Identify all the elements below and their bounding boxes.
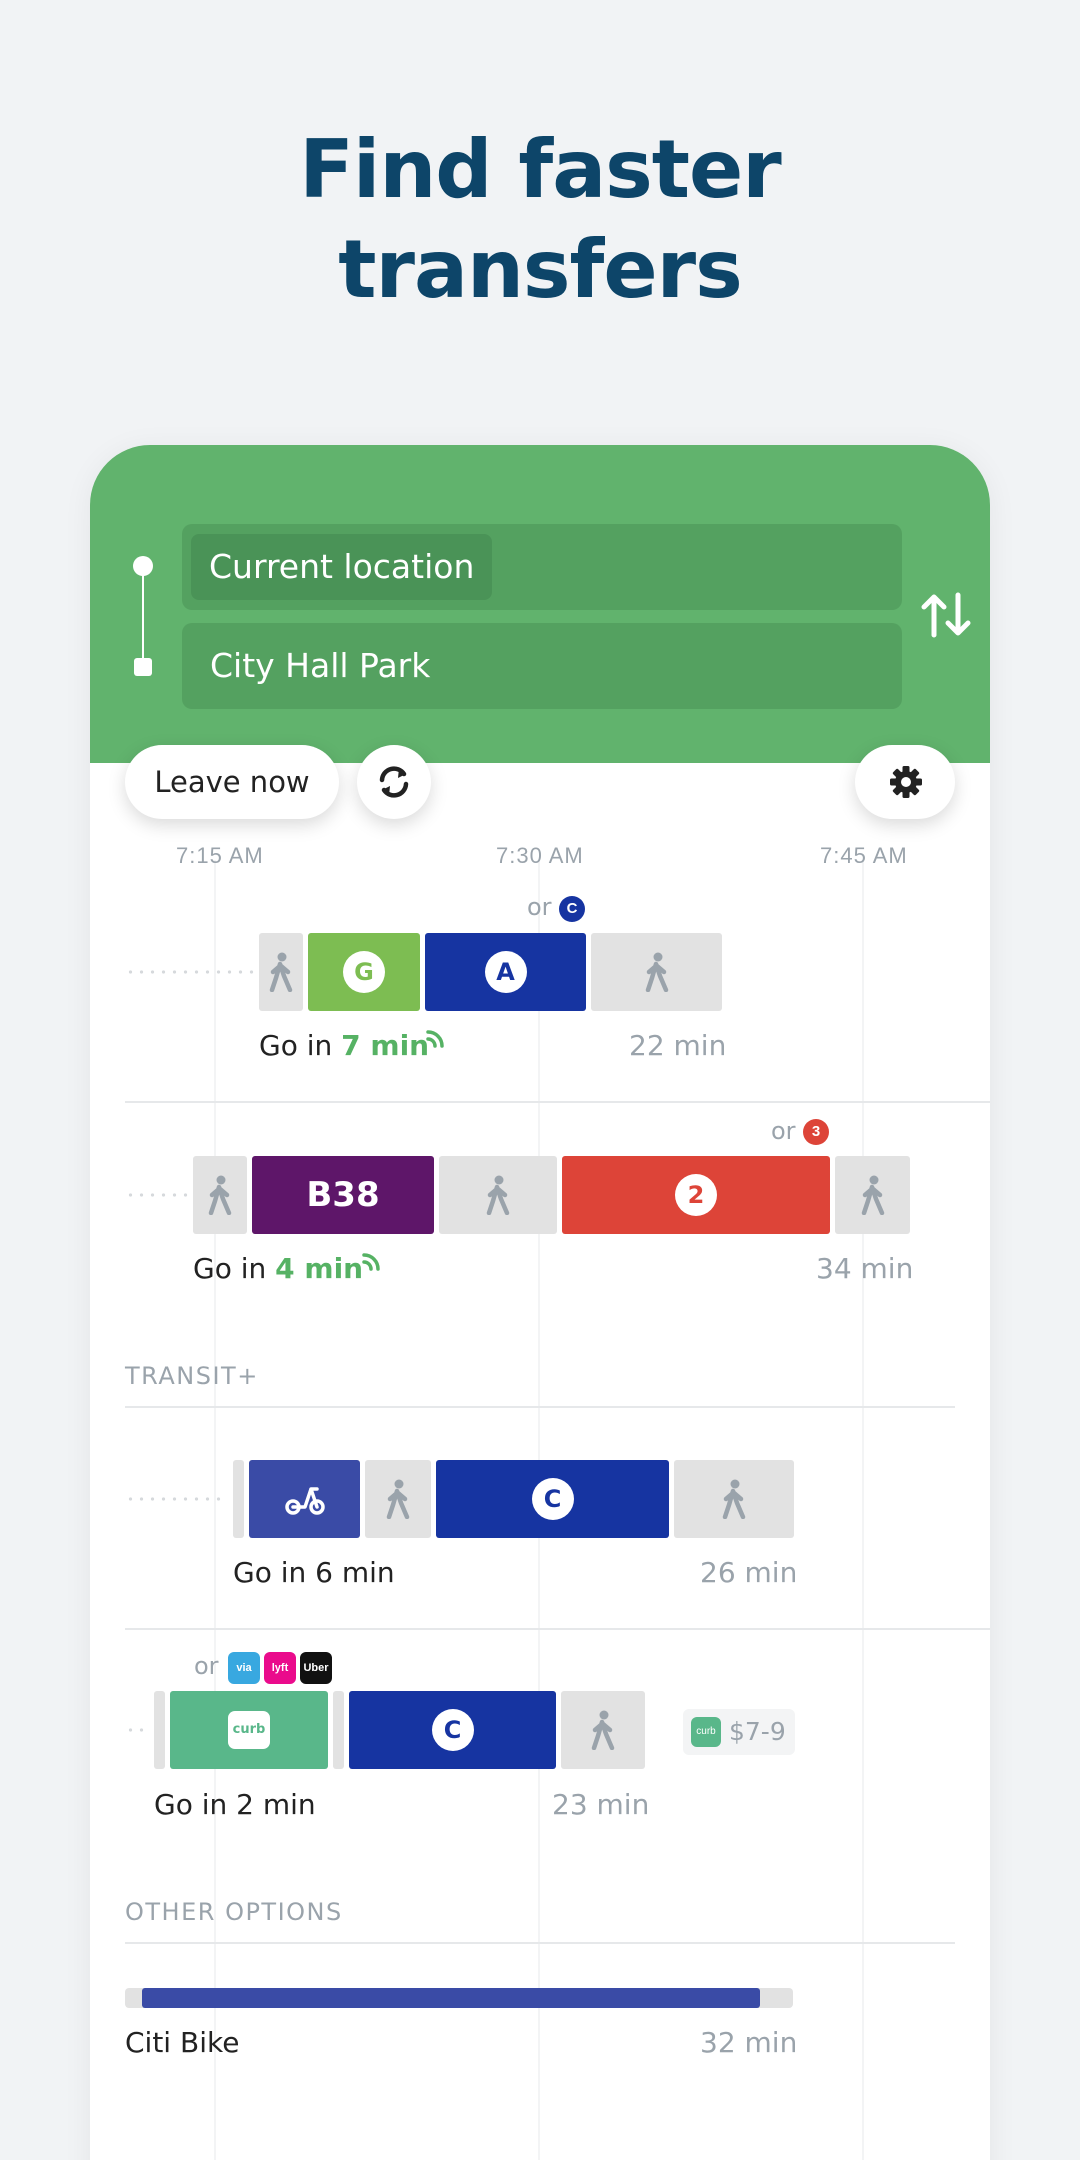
origin-field[interactable]: Current location: [182, 524, 902, 610]
route-b38-segment: B38: [252, 1156, 434, 1234]
route-c-segment: C: [349, 1691, 556, 1769]
route-a-label: A: [484, 951, 527, 993]
destination-square-icon: [134, 658, 152, 676]
route-2-label: 2: [675, 1174, 717, 1216]
headline: Find faster transfers: [0, 120, 1080, 320]
walk-segment: [591, 933, 722, 1011]
divider: [125, 1101, 990, 1103]
wait-dots: [125, 1193, 189, 1197]
divider: [125, 1406, 955, 1408]
route-g-label: G: [343, 951, 385, 993]
walk-icon: [861, 1175, 884, 1215]
gridline-745: [862, 860, 864, 2160]
curb-taxi-segment: curb: [170, 1691, 328, 1769]
divider: [125, 1628, 990, 1630]
walk-segment: [835, 1156, 910, 1234]
walk-segment: [259, 933, 303, 1011]
walk-icon: [722, 1479, 746, 1519]
curb-logo-icon: curb: [228, 1711, 270, 1749]
destination-value: City Hall Park: [210, 646, 431, 685]
walk-segment: [439, 1156, 557, 1234]
scooter-icon: [285, 1487, 325, 1515]
realtime-icon: [362, 1253, 380, 1271]
destination-field[interactable]: City Hall Park: [182, 623, 902, 709]
walk-icon: [269, 952, 293, 992]
price-estimate: curb $7-9: [683, 1709, 795, 1755]
citi-bike-label: Citi Bike: [125, 2026, 240, 2059]
or-label: or: [194, 1652, 219, 1680]
citi-bike-duration: 32 min: [700, 2026, 798, 2059]
departure-text: Go in 4 min: [193, 1252, 363, 1285]
via-logo-icon: via: [228, 1652, 260, 1684]
transit-plus-header: TRANSIT+: [125, 1362, 259, 1390]
divider: [125, 1942, 955, 1944]
origin-dot-icon: [133, 556, 153, 576]
go-time: 4 min: [275, 1252, 364, 1285]
headline-line-2: transfers: [338, 223, 742, 316]
gridline-715: [214, 860, 216, 2160]
route-c-segment: C: [436, 1460, 669, 1538]
walk-icon: [208, 1175, 232, 1215]
trip-duration: 26 min: [700, 1556, 798, 1589]
other-options-header: OTHER OPTIONS: [125, 1898, 343, 1926]
route-c-label: C: [431, 1709, 474, 1751]
or-label: or: [771, 1117, 796, 1145]
settings-button[interactable]: [855, 745, 955, 819]
walk-segment: [154, 1691, 165, 1769]
route-g-segment: G: [308, 933, 420, 1011]
trip-duration: 23 min: [552, 1788, 650, 1821]
route-b38-label: B38: [306, 1175, 380, 1215]
departure-text: Go in 2 min: [154, 1788, 316, 1821]
time-label-715: 7:15 AM: [176, 843, 264, 868]
route-c-badge: C: [559, 896, 585, 922]
swap-direction-icon[interactable]: [918, 585, 976, 645]
route-a-segment: A: [425, 933, 586, 1011]
walk-icon: [486, 1175, 510, 1215]
scooter-segment: [249, 1460, 360, 1538]
headline-line-1: Find faster: [299, 123, 782, 216]
time-label-745: 7:45 AM: [820, 843, 908, 868]
route-2-segment: 2: [562, 1156, 830, 1234]
walk-segment: [365, 1460, 431, 1538]
leave-now-button[interactable]: Leave now: [125, 745, 339, 819]
walk-icon: [591, 1710, 615, 1750]
walk-segment: [233, 1460, 244, 1538]
departure-text: Go in 6 min: [233, 1556, 395, 1589]
walk-icon: [645, 952, 668, 992]
walk-segment: [333, 1691, 344, 1769]
wait-dots: [125, 1728, 147, 1732]
walk-segment: [193, 1156, 247, 1234]
curb-logo-icon: curb: [691, 1717, 721, 1747]
price-text: $7-9: [729, 1717, 786, 1746]
walk-icon: [386, 1479, 410, 1519]
wait-dots: [125, 1497, 227, 1501]
go-prefix: Go in: [259, 1029, 333, 1062]
uber-logo-icon: Uber: [300, 1652, 332, 1684]
citi-bike-bar: [142, 1988, 760, 2008]
walk-segment: [561, 1691, 645, 1769]
refresh-button[interactable]: [357, 745, 431, 819]
time-label-730: 7:30 AM: [496, 843, 584, 868]
realtime-icon: [426, 1030, 444, 1048]
go-time: 7 min: [341, 1029, 430, 1062]
departure-text: Go in 7 min: [259, 1029, 429, 1062]
wait-dots: [125, 970, 255, 974]
trip-duration: 22 min: [629, 1029, 727, 1062]
go-prefix: Go in: [193, 1252, 267, 1285]
route-c-label: C: [531, 1478, 574, 1520]
or-label: or: [527, 893, 552, 921]
route-connector: [142, 575, 144, 661]
trip-duration: 34 min: [816, 1252, 914, 1285]
walk-segment: [674, 1460, 794, 1538]
route-3-badge: 3: [803, 1119, 829, 1145]
origin-value: Current location: [191, 534, 493, 600]
lyft-logo-icon: lyft: [264, 1652, 296, 1684]
